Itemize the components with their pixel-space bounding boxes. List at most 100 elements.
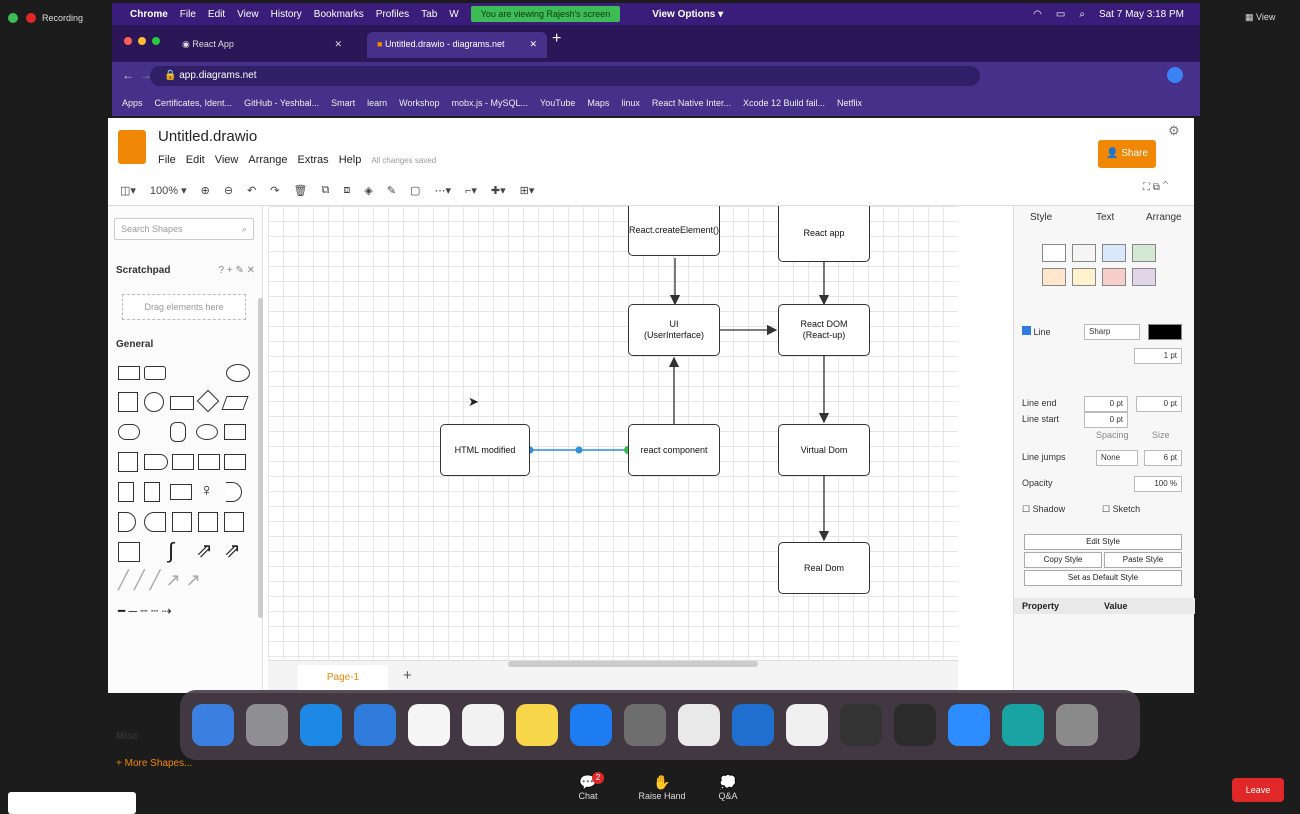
- close-tab-icon[interactable]: ✕: [529, 39, 537, 50]
- leave-button[interactable]: Leave: [1232, 778, 1284, 802]
- dock-app-icon[interactable]: [354, 704, 396, 746]
- line-jumps-select[interactable]: None: [1096, 450, 1138, 466]
- node-react-app[interactable]: React app: [778, 206, 870, 262]
- menu-arrange[interactable]: Arrange: [248, 154, 287, 166]
- diagram-canvas[interactable]: React.createElement() React app UI (User…: [268, 206, 958, 660]
- view-options-button[interactable]: View Options ▾: [652, 9, 723, 20]
- sidebar-scrollbar[interactable]: [258, 298, 263, 618]
- battery-icon[interactable]: ▭: [1056, 9, 1065, 20]
- insert-icon[interactable]: ✚▾: [491, 184, 506, 197]
- bookmark-item[interactable]: YouTube: [540, 98, 575, 108]
- qa-button[interactable]: 💭 Q&A: [708, 774, 748, 801]
- arrow-shape[interactable]: ⇗: [196, 538, 213, 563]
- redo-icon[interactable]: ↷: [270, 184, 279, 197]
- container-shape[interactable]: [224, 512, 244, 532]
- node-react-component[interactable]: react component: [628, 424, 720, 476]
- node-real-dom[interactable]: Real Dom: [778, 542, 870, 594]
- document-title[interactable]: Untitled.drawio: [158, 128, 257, 145]
- tab-arrange[interactable]: Arrange: [1146, 212, 1182, 223]
- node-ui[interactable]: UI (UserInterface): [628, 304, 720, 356]
- actor-shape[interactable]: ♀: [200, 480, 214, 501]
- and-shape[interactable]: [118, 512, 136, 532]
- bookmark-item[interactable]: linux: [621, 98, 640, 108]
- canvas-hscrollbar[interactable]: [508, 661, 758, 667]
- clock[interactable]: Sat 7 May 3:18 PM: [1099, 9, 1184, 20]
- connection-icon[interactable]: ⋯▾: [434, 184, 451, 197]
- line-end-size-input[interactable]: 0 pt: [1136, 396, 1182, 412]
- shadow-icon[interactable]: ▢: [410, 184, 420, 197]
- parallelogram-shape[interactable]: [221, 396, 249, 410]
- menu-view[interactable]: View: [215, 154, 239, 166]
- menu-extras[interactable]: Extras: [298, 154, 329, 166]
- minimize-window-icon[interactable]: [138, 37, 146, 45]
- bookmark-item[interactable]: Netflix: [837, 98, 862, 108]
- color-swatch[interactable]: [1042, 268, 1066, 286]
- bookmark-item[interactable]: mobx.js - MySQL...: [452, 98, 529, 108]
- bookmark-item[interactable]: React Native Inter...: [652, 98, 731, 108]
- line-pattern-select[interactable]: Sharp: [1084, 324, 1140, 340]
- jump-size-input[interactable]: 6 pt: [1144, 450, 1182, 466]
- menu-tab[interactable]: Tab: [421, 9, 437, 20]
- node-react-dom[interactable]: React DOM (React-up): [778, 304, 870, 356]
- sketch-checkbox[interactable]: ☐ Sketch: [1102, 504, 1140, 515]
- menu-history[interactable]: History: [271, 9, 302, 20]
- scratchpad-dropzone[interactable]: Drag elements here: [122, 294, 246, 320]
- node-html-modified[interactable]: HTML modified: [440, 424, 530, 476]
- bookmark-item[interactable]: Smart: [331, 98, 355, 108]
- dock-app-icon[interactable]: [948, 704, 990, 746]
- fullscreen-icon[interactable]: ⛶ ⧉ ⌃: [1143, 182, 1168, 193]
- format-panel-icon[interactable]: ◫▾: [120, 184, 136, 197]
- speech-shape[interactable]: [170, 484, 192, 500]
- cylinder-shape[interactable]: [170, 422, 186, 442]
- menu-view[interactable]: View: [237, 9, 259, 20]
- menu-window[interactable]: W: [449, 9, 458, 20]
- line-end-input[interactable]: 0 pt: [1084, 396, 1128, 412]
- dock-app-icon[interactable]: [624, 704, 666, 746]
- dock-app-icon[interactable]: [192, 704, 234, 746]
- trapezoid-shape[interactable]: [198, 454, 220, 470]
- zoom-in-icon[interactable]: ⊕: [201, 184, 210, 197]
- menu-edit[interactable]: Edit: [186, 154, 205, 166]
- raise-hand-button[interactable]: ✋ Raise Hand: [632, 774, 692, 801]
- dock-app-icon[interactable]: [462, 704, 504, 746]
- square-shape[interactable]: [118, 392, 138, 412]
- paste-style-button[interactable]: Paste Style: [1104, 552, 1182, 568]
- rounded-rect-shape[interactable]: [144, 366, 166, 380]
- waypoints-icon[interactable]: ⌐▾: [465, 184, 477, 197]
- color-swatch[interactable]: [1042, 244, 1066, 262]
- callout-shape[interactable]: [224, 424, 246, 440]
- color-swatch[interactable]: [1072, 244, 1096, 262]
- display-shape[interactable]: [144, 512, 166, 532]
- table-icon[interactable]: ⊞▾: [520, 184, 535, 197]
- opacity-input[interactable]: 100 %: [1134, 476, 1182, 492]
- bookmark-item[interactable]: learn: [367, 98, 387, 108]
- general-section-header[interactable]: General: [108, 334, 263, 356]
- color-swatch[interactable]: [1102, 244, 1126, 262]
- close-window-icon[interactable]: [124, 37, 132, 45]
- edge-handle-mid[interactable]: [575, 446, 583, 454]
- dock-app-icon[interactable]: [570, 704, 612, 746]
- more-shapes-button[interactable]: + More Shapes...: [116, 758, 192, 769]
- cube-shape[interactable]: [144, 454, 168, 470]
- line-checkbox[interactable]: [1022, 326, 1031, 335]
- step-shape[interactable]: [172, 454, 194, 470]
- dock-app-icon[interactable]: [732, 704, 774, 746]
- search-shapes-input[interactable]: Search Shapes ⌕: [114, 218, 254, 240]
- menu-file[interactable]: File: [158, 154, 176, 166]
- line-shape[interactable]: ╱ ╱ ╱ ↗ ↗: [118, 570, 201, 591]
- wifi-icon[interactable]: ◠: [1033, 9, 1042, 20]
- connector-shapes[interactable]: ━ ─ ╌ ┄ ⇢: [118, 604, 172, 618]
- diamond-shape[interactable]: [196, 389, 220, 413]
- tab-style[interactable]: Style: [1030, 212, 1052, 223]
- zoom-view-button[interactable]: ▦ View: [1245, 12, 1275, 23]
- color-swatch[interactable]: [1132, 244, 1156, 262]
- color-swatch[interactable]: [1102, 268, 1126, 286]
- zoom-mini-window[interactable]: [8, 792, 136, 814]
- search-icon[interactable]: ⌕: [1079, 9, 1085, 20]
- new-tab-icon[interactable]: +: [552, 30, 561, 48]
- internal-storage-shape[interactable]: [118, 452, 138, 472]
- node-create-element[interactable]: React.createElement(): [628, 206, 720, 256]
- tab-drawio[interactable]: ■ Untitled.drawio - diagrams.net ✕: [367, 32, 547, 58]
- settings-icon[interactable]: ⚙: [1168, 123, 1180, 139]
- bookmark-item[interactable]: Apps: [122, 98, 143, 108]
